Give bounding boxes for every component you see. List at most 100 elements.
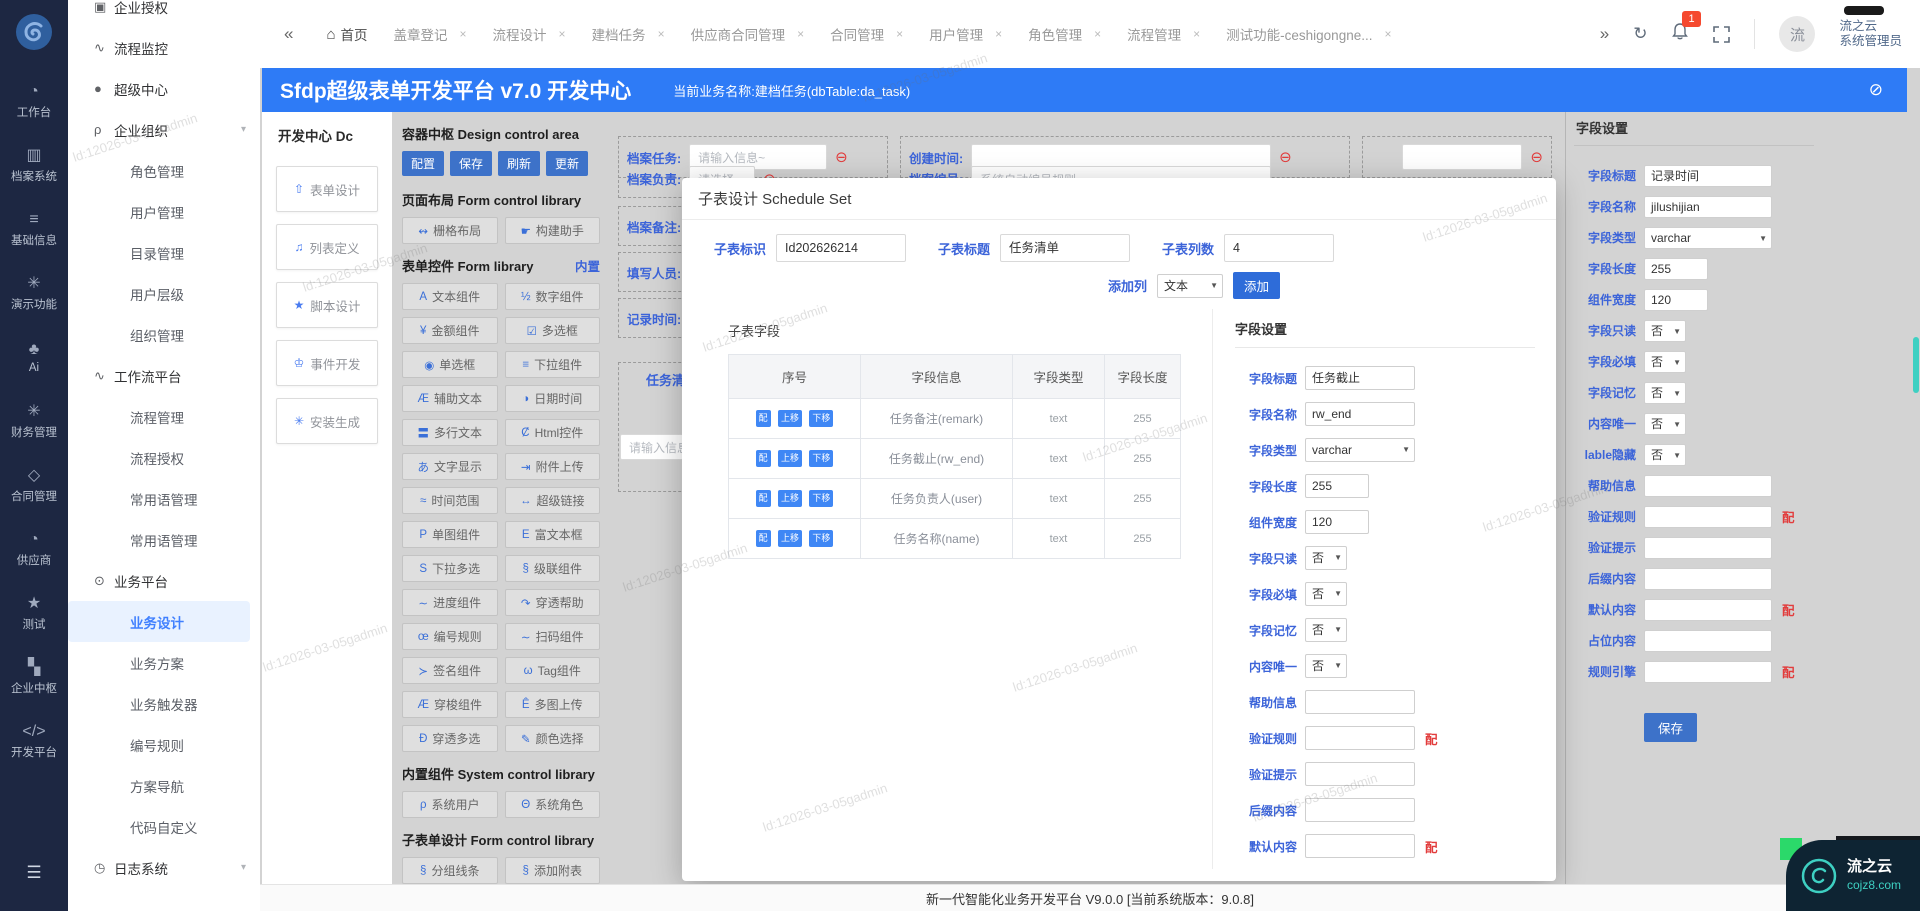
control-library-button[interactable]: A 文本组件 [402,283,498,310]
close-dev-center-icon[interactable]: ⊘ [1869,80,1883,100]
field-setting-input[interactable]: 否 ▼ [1644,382,1686,404]
row-config-button[interactable]: 配 [756,410,771,427]
control-library-button[interactable]: ω Tag组件 [505,657,601,684]
builtin-link[interactable]: 内置 [575,256,600,275]
control-library-button[interactable]: S 下拉多选 [402,555,498,582]
rail-nav-item[interactable]: ≡ 基础信息 [0,198,68,262]
scrollbar-thumb[interactable] [1913,337,1919,393]
field-setting-input[interactable]: ▼ [1644,630,1772,652]
control-library-button[interactable]: ∼ 扫码组件 [505,623,601,650]
dev-tool-button[interactable]: ✳ 安装生成 [276,398,378,444]
row-move-down-button[interactable]: 下移 [809,450,833,467]
sidebar-item[interactable]: ▣ 企业授权 [68,0,260,27]
sidebar-item[interactable]: 方案导航 [68,765,260,806]
row-move-up-button[interactable]: 上移 [778,490,802,507]
rail-nav-item[interactable]: ✳ 财务管理 [0,390,68,454]
field-setting-input[interactable]: ▼ [1644,599,1772,621]
tab[interactable]: ⌂ 供应商合同管理 × [678,24,818,44]
rail-nav-item[interactable]: ◇ 合同管理 [0,454,68,518]
control-library-button[interactable]: ≡ 下拉组件 [505,351,601,378]
row-move-down-button[interactable]: 下移 [809,490,833,507]
sidebar-item[interactable]: 编号规则 [68,724,260,765]
rail-nav-item[interactable]: ♣ Ai [0,326,68,390]
menu-fold-icon[interactable]: ☰ [26,863,41,883]
sidebar-item[interactable]: 代码自定义 [68,806,260,847]
control-library-button[interactable]: ⇥ 附件上传 [505,453,601,480]
field-setting-input[interactable]: ▼ [1305,726,1415,750]
avatar[interactable]: 流 [1779,16,1815,52]
dev-tool-button[interactable]: ♔ 事件开发 [276,340,378,386]
tab[interactable]: ⌂ 流程管理 × [1114,24,1213,44]
control-library-button[interactable]: § 添加附表 [505,857,601,884]
sidebar-item[interactable]: 流程管理 [68,396,260,437]
control-library-button[interactable]: ☛ 构建助手 [505,217,601,244]
rail-nav-item[interactable]: ◔ 工作台 [0,70,68,134]
sidebar-item[interactable]: 常用语管理 [68,478,260,519]
field-setting-input[interactable]: 120 ▼ [1644,289,1708,311]
dev-tool-button[interactable]: ★ 脚本设计 [276,282,378,328]
field-setting-input[interactable]: ▼ [1644,537,1772,559]
canvas-field-input[interactable] [1402,144,1522,170]
field-setting-input[interactable]: ▼ [1305,690,1415,714]
control-library-button[interactable]: ☑ 多选框 [505,317,601,344]
refresh-icon[interactable]: ↻ [1633,24,1647,44]
field-setting-input[interactable]: ▼ [1305,762,1415,786]
sidebar-item[interactable]: ◷ 日志系统 ▾ [68,847,260,888]
sidebar-item[interactable]: ∿ 工作流平台 [68,355,260,396]
row-move-up-button[interactable]: 上移 [778,450,802,467]
field-setting-input[interactable]: ▼ [1305,798,1415,822]
tab-close-icon[interactable]: × [995,27,1002,41]
control-library-button[interactable]: あ 文字显示 [402,453,498,480]
sidebar-item[interactable]: 用户层级 [68,273,260,314]
control-library-button[interactable]: Đ 穿透多选 [402,725,498,752]
sidebar-item[interactable]: 业务触发器 [68,683,260,724]
control-library-button[interactable]: Ê 多图上传 [505,691,601,718]
control-library-button[interactable]: P 单图组件 [402,521,498,548]
control-library-button[interactable]: ◑ 日期时间 [505,385,601,412]
field-setting-input[interactable]: 否 ▼ [1644,413,1686,435]
tab[interactable]: ⌂ 用户管理 × [916,24,1015,44]
sidebar-item[interactable]: 业务方案 [68,642,260,683]
control-library-button[interactable]: ≻ 签名组件 [402,657,498,684]
field-setting-input[interactable]: 任务截止 ▼ [1305,366,1415,390]
control-library-button[interactable]: œ 编号规则 [402,623,498,650]
subtable-title-input[interactable]: 任务清单 [1000,234,1130,262]
config-rule-link[interactable]: 配 [1782,600,1795,619]
control-library-button[interactable]: ¥ 金额组件 [402,317,498,344]
sidebar-item[interactable]: ρ 企业组织 ▾ [68,109,260,150]
config-rule-link[interactable]: 配 [1425,729,1438,748]
sidebar-item[interactable]: 目录管理 [68,232,260,273]
save-button[interactable]: 保存 [1644,713,1697,742]
subtable-columns-input[interactable]: 4 [1224,234,1334,262]
sidebar-item[interactable]: 用户管理 [68,191,260,232]
sidebar-item[interactable]: ∿ 流程监控 [68,27,260,68]
field-setting-input[interactable]: varchar ▼ [1305,438,1415,462]
sidebar-item[interactable]: 角色管理 [68,150,260,191]
field-setting-input[interactable]: 否 ▼ [1644,351,1686,373]
field-setting-input[interactable]: 否 ▼ [1644,444,1686,466]
control-library-button[interactable]: ½ 数字组件 [505,283,601,310]
rail-nav-item[interactable]: ▥ 档案系统 [0,134,68,198]
control-library-button[interactable]: § 级联组件 [505,555,601,582]
tab-close-icon[interactable]: × [460,27,467,41]
rail-nav-item[interactable]: ✳ 演示功能 [0,262,68,326]
control-library-button[interactable]: Æ 穿梭组件 [402,691,498,718]
subtable-id-input[interactable]: Id202626214 [776,234,906,262]
fullscreen-icon[interactable] [1713,26,1730,43]
field-setting-input[interactable]: rw_end ▼ [1305,402,1415,426]
tab[interactable]: ⌂ 流程设计 × [480,24,579,44]
sidebar-item[interactable]: 业务设计 [68,601,250,642]
field-setting-input[interactable]: ▼ [1644,506,1772,528]
field-setting-input[interactable]: 120 ▼ [1305,510,1369,534]
field-setting-input[interactable]: 否 ▼ [1305,618,1347,642]
notifications-button[interactable]: 1 [1671,22,1689,46]
design-action-button[interactable]: 刷新 [498,151,540,176]
field-setting-input[interactable]: 记录时间 ▼ [1644,165,1772,187]
tab-close-icon[interactable]: × [1094,27,1101,41]
control-library-button[interactable]: § 分组线条 [402,857,498,884]
row-config-button[interactable]: 配 [756,490,771,507]
config-rule-link[interactable]: 配 [1782,507,1795,526]
add-column-button[interactable]: 添加 [1233,272,1280,299]
tab[interactable]: ⌂ 角色管理 × [1015,24,1114,44]
control-library-button[interactable]: ◉ 单选框 [402,351,498,378]
